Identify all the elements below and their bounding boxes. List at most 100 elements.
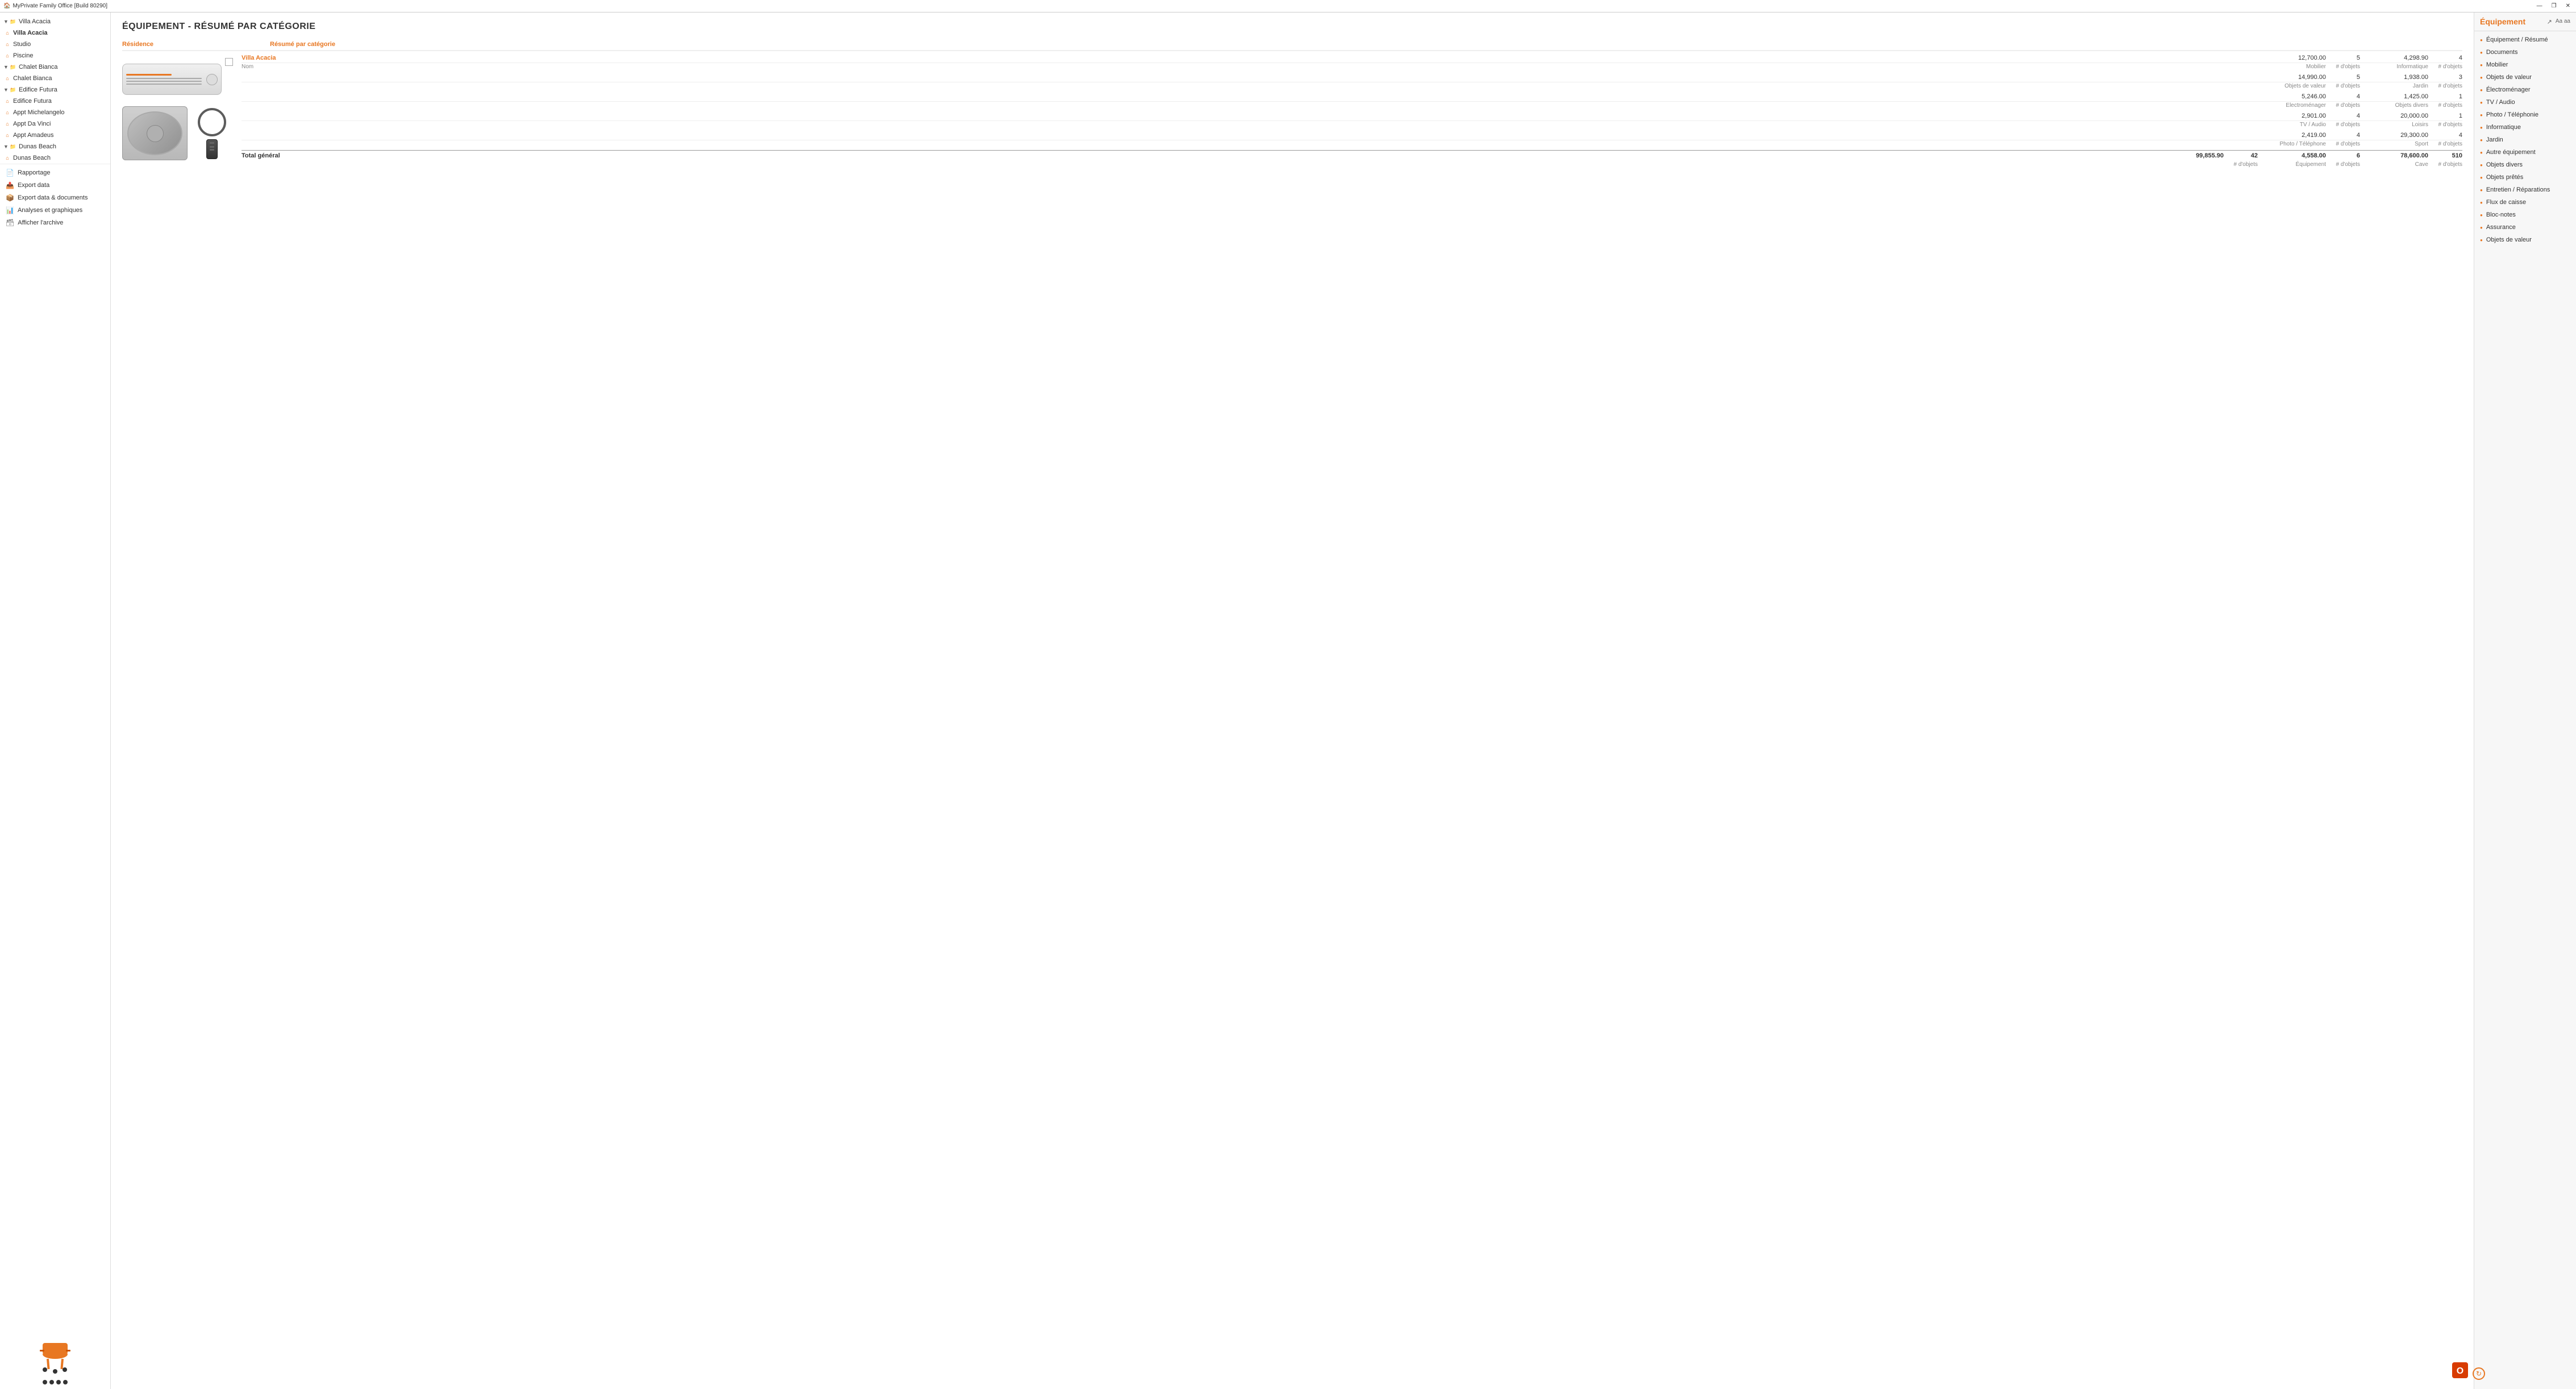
right-panel-item-label: Objets prêtés [2486, 174, 2523, 181]
value-2: 4,298.90 [2360, 55, 2428, 61]
right-panel-item-entretien[interactable]: ● Entretien / Réparations [2474, 184, 2576, 196]
sidebar-item-edifice-futura-group[interactable]: ▼ 📁 Edifice Futura [0, 84, 110, 95]
minimize-button[interactable]: — [2535, 3, 2545, 9]
count-2: 1 [2428, 113, 2462, 119]
sidebar-label-edifice-futura-group: Edifice Futura [19, 86, 57, 93]
sidebar-label-edifice-futura: Edifice Futura [13, 98, 52, 105]
right-panel-item-flux-caisse[interactable]: ● Flux de caisse [2474, 196, 2576, 209]
ac-image [122, 64, 233, 160]
right-panel-item-tv-audio[interactable]: ● TV / Audio [2474, 96, 2576, 109]
sidebar-item-export-data[interactable]: 📤 Export data [0, 179, 110, 192]
right-panel-item-informatique[interactable]: ● Informatique [2474, 121, 2576, 134]
sidebar-item-villa-acacia-group[interactable]: ▼ 📁 Villa Acacia [0, 16, 110, 27]
col-objets-valeur: Objets de valeur [2258, 83, 2326, 89]
home-icon: ⌂ [3, 40, 11, 48]
total-row: Total général 99,855.90 42 4,558.00 6 78… [242, 150, 2462, 161]
right-panel-item-jardin[interactable]: ● Jardin [2474, 134, 2576, 146]
count-1: 5 [2326, 55, 2360, 61]
right-panel-item-objets-valeur[interactable]: ● Objets de valeur [2474, 71, 2576, 84]
sidebar-label-archive: Afficher l'archive [18, 219, 63, 226]
right-panel-item-autre-equipement[interactable]: ● Autre équipement [2474, 146, 2576, 159]
sidebar-label-dunas-beach: Dunas Beach [13, 155, 51, 161]
sidebar-item-analyses[interactable]: 📊 Analyses et graphiques [0, 204, 110, 217]
chart-icon: 📊 [6, 206, 14, 214]
sidebar-item-archive[interactable]: 🗃 Afficher l'archive [0, 217, 110, 229]
sidebar: ▼ 📁 Villa Acacia ⌂ Villa Acacia ⌂ Studio… [0, 13, 111, 1389]
sidebar-item-piscine[interactable]: ⌂ Piscine [0, 50, 110, 61]
bullet-icon: ● [2480, 188, 2483, 193]
equipement-value: 4,558.00 [2258, 152, 2326, 159]
sidebar-item-appt-amadeus[interactable]: ⌂ Appt Amadeus [0, 130, 110, 141]
close-button[interactable]: ✕ [2563, 3, 2573, 9]
table-row: 2,419.00 4 29,300.00 4 [242, 131, 2462, 140]
cave-objets-label: # d'objets [2428, 161, 2462, 168]
count-2: 4 [2428, 132, 2462, 139]
right-panel-item-objets-pretes[interactable]: ● Objets prêtés [2474, 171, 2576, 184]
bullet-icon: ● [2480, 63, 2483, 68]
sidebar-item-villa-acacia[interactable]: ⌂ Villa Acacia [0, 27, 110, 39]
count-2: 3 [2428, 74, 2462, 81]
bullet-icon: ● [2480, 50, 2483, 55]
value-1: 2,419.00 [2258, 132, 2326, 139]
table-row: Villa Acacia 12,700.00 5 4,298.90 4 [242, 53, 2462, 63]
count-1: 4 [2326, 132, 2360, 139]
equipement-label: Équipement [2258, 161, 2326, 168]
sidebar-item-dunas-beach-group[interactable]: ▼ 📁 Dunas Beach [0, 141, 110, 152]
data-table-area: Villa Acacia 12,700.00 5 4,298.90 4 Nom … [242, 53, 2462, 168]
col-objets-7: # d'objets [2326, 122, 2360, 128]
right-panel-item-documents[interactable]: ● Documents [2474, 46, 2576, 59]
right-panel-item-label: Photo / Téléphonie [2486, 111, 2538, 118]
bullet-icon: ● [2480, 75, 2483, 80]
value-2: 1,425.00 [2360, 93, 2428, 100]
export-docs-icon: 📦 [6, 194, 14, 202]
residence-name: Villa Acacia [242, 55, 2258, 61]
right-panel-menu: ● Équipement / Résumé ● Documents ● Mobi… [2474, 31, 2576, 248]
count-1: 4 [2326, 93, 2360, 100]
right-panel-item-resume[interactable]: ● Équipement / Résumé [2474, 34, 2576, 46]
font-size-icon[interactable]: Aa aa [2556, 18, 2570, 26]
link-icon[interactable]: ↗ [2547, 18, 2552, 26]
sidebar-tree: ▼ 📁 Villa Acacia ⌂ Villa Acacia ⌂ Studio… [0, 13, 110, 1333]
right-panel-item-objets-divers[interactable]: ● Objets divers [2474, 159, 2576, 171]
sidebar-item-chalet-bianca-group[interactable]: ▼ 📁 Chalet Bianca [0, 61, 110, 73]
right-panel-title: Équipement [2480, 17, 2525, 26]
right-panel-item-label: Objets divers [2486, 161, 2523, 168]
right-panel-icon-group: ↗ Aa aa [2547, 18, 2570, 26]
total-labels-row: # d'objets Équipement # d'objets Cave # … [242, 161, 2462, 168]
sidebar-item-studio[interactable]: ⌂ Studio [0, 39, 110, 50]
home-icon: ⌂ [3, 131, 11, 139]
folder-icon: 📁 [9, 143, 17, 151]
sidebar-item-edifice-futura[interactable]: ⌂ Edifice Futura [0, 95, 110, 107]
office-icon-area: O [2452, 1362, 2468, 1380]
th-residence: Résidence [122, 41, 270, 48]
right-panel-item-label: Entretien / Réparations [2486, 186, 2550, 193]
right-panel-item-objets-valeur-2[interactable]: ● Objets de valeur [2474, 234, 2576, 246]
right-panel-item-mobilier[interactable]: ● Mobilier [2474, 59, 2576, 71]
scroll-button[interactable]: ↻ [2473, 1367, 2485, 1380]
maximize-button[interactable]: ❐ [2549, 3, 2559, 9]
right-panel-item-label: Flux de caisse [2486, 199, 2526, 206]
right-panel-item-label: TV / Audio [2486, 99, 2515, 106]
right-panel-item-bloc-notes[interactable]: ● Bloc-notes [2474, 209, 2576, 221]
col-objets-divers: Objets divers [2360, 102, 2428, 109]
count-2: 4 [2428, 55, 2462, 61]
sidebar-item-rapportage[interactable]: 📄 Rapportage [0, 167, 110, 179]
sidebar-item-chalet-bianca[interactable]: ⌂ Chalet Bianca [0, 73, 110, 84]
right-panel-item-electromenager[interactable]: ● Électroménager [2474, 84, 2576, 96]
sidebar-item-dunas-beach[interactable]: ⌂ Dunas Beach [0, 152, 110, 164]
expand-icon: ▼ [3, 64, 9, 70]
col-electromenager: Electroménager [2258, 102, 2326, 109]
right-panel-item-photo-telephonie[interactable]: ● Photo / Téléphonie [2474, 109, 2576, 121]
expand-icon: ▼ [3, 87, 9, 93]
app-icon: 🏠 [3, 3, 10, 9]
sidebar-item-appt-michelangelo[interactable]: ⌂ Appt Michelangelo [0, 107, 110, 118]
total-objets-label: # d'objets [2224, 161, 2258, 168]
sidebar-item-appt-da-vinci[interactable]: ⌂ Appt Da Vinci [0, 118, 110, 130]
right-panel-item-label: Autre équipement [2486, 149, 2536, 156]
col-objets-5: # d'objets [2326, 102, 2360, 109]
right-panel-item-assurance[interactable]: ● Assurance [2474, 221, 2576, 234]
expand-icon: ▼ [3, 144, 9, 149]
sidebar-item-export-data-docs[interactable]: 📦 Export data & documents [0, 192, 110, 204]
col-nom: Nom [242, 64, 2258, 70]
sidebar-label-dunas-beach-group: Dunas Beach [19, 143, 56, 150]
